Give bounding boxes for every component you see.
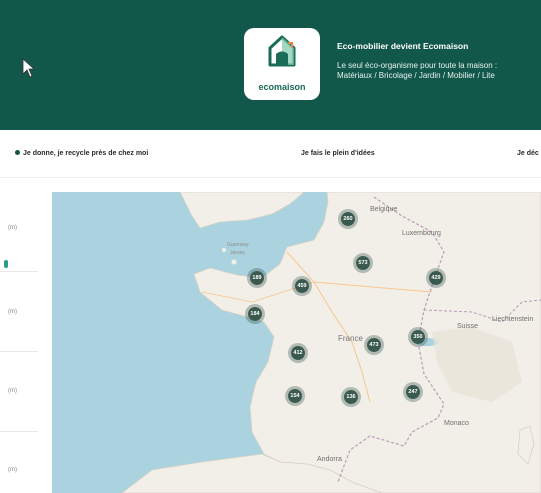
banner-subtitle: Le seul éco-organisme pour toute la mais…: [337, 61, 541, 81]
nav-item-recycle[interactable]: Je donne, je recycle près de chez moi: [15, 150, 148, 157]
map-label-belgique: Belgique: [370, 206, 398, 213]
distance-label: (m): [8, 388, 17, 394]
map-label-guernsey: Guernsey: [227, 242, 249, 248]
nav-item-truncated[interactable]: Je déc: [517, 150, 539, 157]
nav-item-recycle-label: Je donne, je recycle près de chez moi: [23, 150, 149, 157]
results-list: (m) (m) (m) (m): [0, 192, 38, 493]
map-label-liechtenstein: Liechtenstein: [492, 316, 534, 323]
map-label-jersey: Jersey: [230, 250, 245, 256]
map-label-luxembourg: Luxembourg: [402, 230, 441, 237]
list-item[interactable]: (m): [0, 272, 38, 352]
cluster-marker[interactable]: 350: [408, 327, 428, 347]
cluster-marker[interactable]: 136: [341, 387, 361, 407]
cluster-marker[interactable]: 260: [338, 209, 358, 229]
selected-indicator: [4, 260, 8, 268]
cluster-marker[interactable]: 154: [285, 386, 305, 406]
nav-item-ideas[interactable]: Je fais le plein d'idées: [301, 150, 375, 157]
logo-text: ecomaison: [258, 82, 306, 92]
cluster-marker[interactable]: 247: [403, 382, 423, 402]
cluster-marker[interactable]: 184: [245, 304, 265, 324]
ecomaison-banner[interactable]: ecomaison Eco-mobilier devient Ecomaison…: [0, 0, 541, 130]
cluster-marker[interactable]: 459: [292, 276, 312, 296]
distance-label: (m): [8, 225, 17, 231]
banner-subtitle-line1: Le seul éco-organisme pour toute la mais…: [337, 61, 498, 70]
map-label-suisse: Suisse: [457, 323, 479, 330]
house-logo-icon: [268, 35, 296, 67]
map-label-andorra: Andorra: [317, 456, 342, 463]
cluster-marker[interactable]: 189: [247, 268, 267, 288]
banner-title: Eco-mobilier devient Ecomaison: [337, 41, 469, 51]
main-nav: Je donne, je recycle près de chez moi Je…: [0, 130, 541, 178]
mouse-cursor-icon: [22, 58, 36, 78]
map-label-monaco: Monaco: [444, 420, 469, 427]
cluster-marker[interactable]: 573: [353, 253, 373, 273]
banner-subtitle-line2: Matériaux / Bricolage / Jardin / Mobilie…: [337, 71, 495, 80]
collection-points-map[interactable]: Belgique Luxembourg Guernsey Jersey Fran…: [52, 192, 541, 493]
cluster-marker[interactable]: 429: [426, 268, 446, 288]
ecomaison-logo[interactable]: ecomaison: [244, 28, 320, 100]
distance-label: (m): [8, 309, 17, 315]
cluster-marker[interactable]: 412: [288, 343, 308, 363]
distance-label: (m): [8, 467, 17, 473]
cluster-marker[interactable]: 473: [364, 335, 384, 355]
map-label-france: France: [338, 334, 363, 343]
list-item[interactable]: (m): [0, 352, 38, 432]
location-pin-icon: [15, 150, 20, 155]
list-item[interactable]: (m): [0, 432, 38, 493]
